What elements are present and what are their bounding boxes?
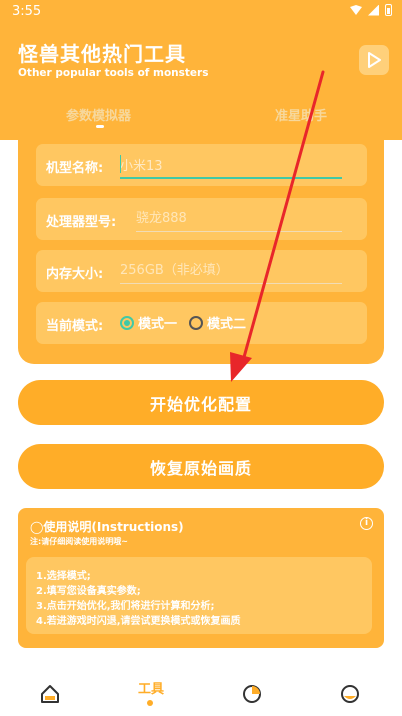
settings-card: 机型名称: 处理器型号: 内存大小: 当前模式: 模式一 模式二 [18, 128, 384, 364]
nav-tools[interactable]: 工具 [130, 674, 170, 710]
memory-field: 内存大小: [36, 250, 367, 292]
model-input-underline [120, 177, 342, 179]
mode-one-radio[interactable] [120, 315, 134, 330]
profile-icon [341, 685, 359, 703]
mode-radio-group: 模式一 模式二 [120, 313, 246, 332]
status-bar: 3:55 [0, 0, 402, 24]
processor-field: 处理器型号: [36, 198, 367, 240]
play-icon [368, 52, 381, 68]
status-time: 3:55 [12, 4, 42, 19]
mode-two-label[interactable]: 模式二 [207, 313, 246, 332]
restore-quality-button[interactable]: 恢复原始画质 [18, 444, 384, 489]
model-field: 机型名称: [36, 144, 367, 186]
status-icons [350, 4, 392, 16]
processor-label: 处理器型号: [46, 215, 117, 230]
page-title: 怪兽其他热门工具 [18, 42, 186, 66]
home-icon [41, 685, 59, 703]
model-input[interactable] [120, 152, 342, 176]
instruction-step: 2.填写您设备真实参数; [36, 586, 141, 597]
nav-tools-label: 工具 [138, 682, 165, 697]
text-cursor [120, 155, 121, 173]
model-label: 机型名称: [46, 161, 104, 176]
nav-active-dot [147, 700, 153, 706]
instruction-step: 3.点击开始优化,我们将进行计算和分析; [36, 601, 215, 612]
instructions-card: ◯使用说明(Instructions) 注:请仔细阅读使用说明哦~ i 1.选择… [18, 508, 384, 648]
nav-stats[interactable] [232, 674, 272, 710]
signal-icon [368, 4, 379, 16]
tab-crosshair-helper[interactable]: 准星助手 [275, 105, 327, 124]
instruction-step: 4.若进游戏时闪退,请尝试更换模式或恢复画质 [36, 616, 241, 627]
mode-one-label[interactable]: 模式一 [138, 313, 177, 332]
tab-parameter-simulator[interactable]: 参数模拟器 [66, 105, 131, 124]
memory-input-underline [120, 283, 342, 284]
battery-icon [385, 4, 392, 16]
instruction-step: 1.选择模式; [36, 571, 91, 582]
pie-chart-icon [243, 685, 261, 703]
memory-input[interactable] [120, 258, 342, 282]
mode-two-radio[interactable] [189, 315, 204, 330]
processor-input-underline [136, 231, 342, 232]
instructions-note: 注:请仔细阅读使用说明哦~ [30, 537, 128, 546]
mode-label: 当前模式: [46, 319, 104, 334]
wifi-icon [350, 5, 362, 15]
play-button[interactable] [359, 45, 389, 75]
memory-label: 内存大小: [46, 267, 104, 282]
instructions-box: 1.选择模式; 2.填写您设备真实参数; 3.点击开始优化,我们将进行计算和分析… [26, 557, 372, 634]
nav-home[interactable] [30, 674, 70, 710]
start-optimize-button[interactable]: 开始优化配置 [18, 380, 384, 425]
mode-field: 当前模式: 模式一 模式二 [36, 302, 367, 344]
page-subtitle: Other popular tools of monsters [18, 67, 209, 79]
processor-input[interactable] [136, 206, 342, 230]
nav-profile[interactable] [330, 674, 370, 710]
info-icon[interactable]: i [360, 517, 373, 530]
instructions-title: ◯使用说明(Instructions) [30, 520, 184, 534]
bottom-nav: 工具 [0, 668, 402, 716]
